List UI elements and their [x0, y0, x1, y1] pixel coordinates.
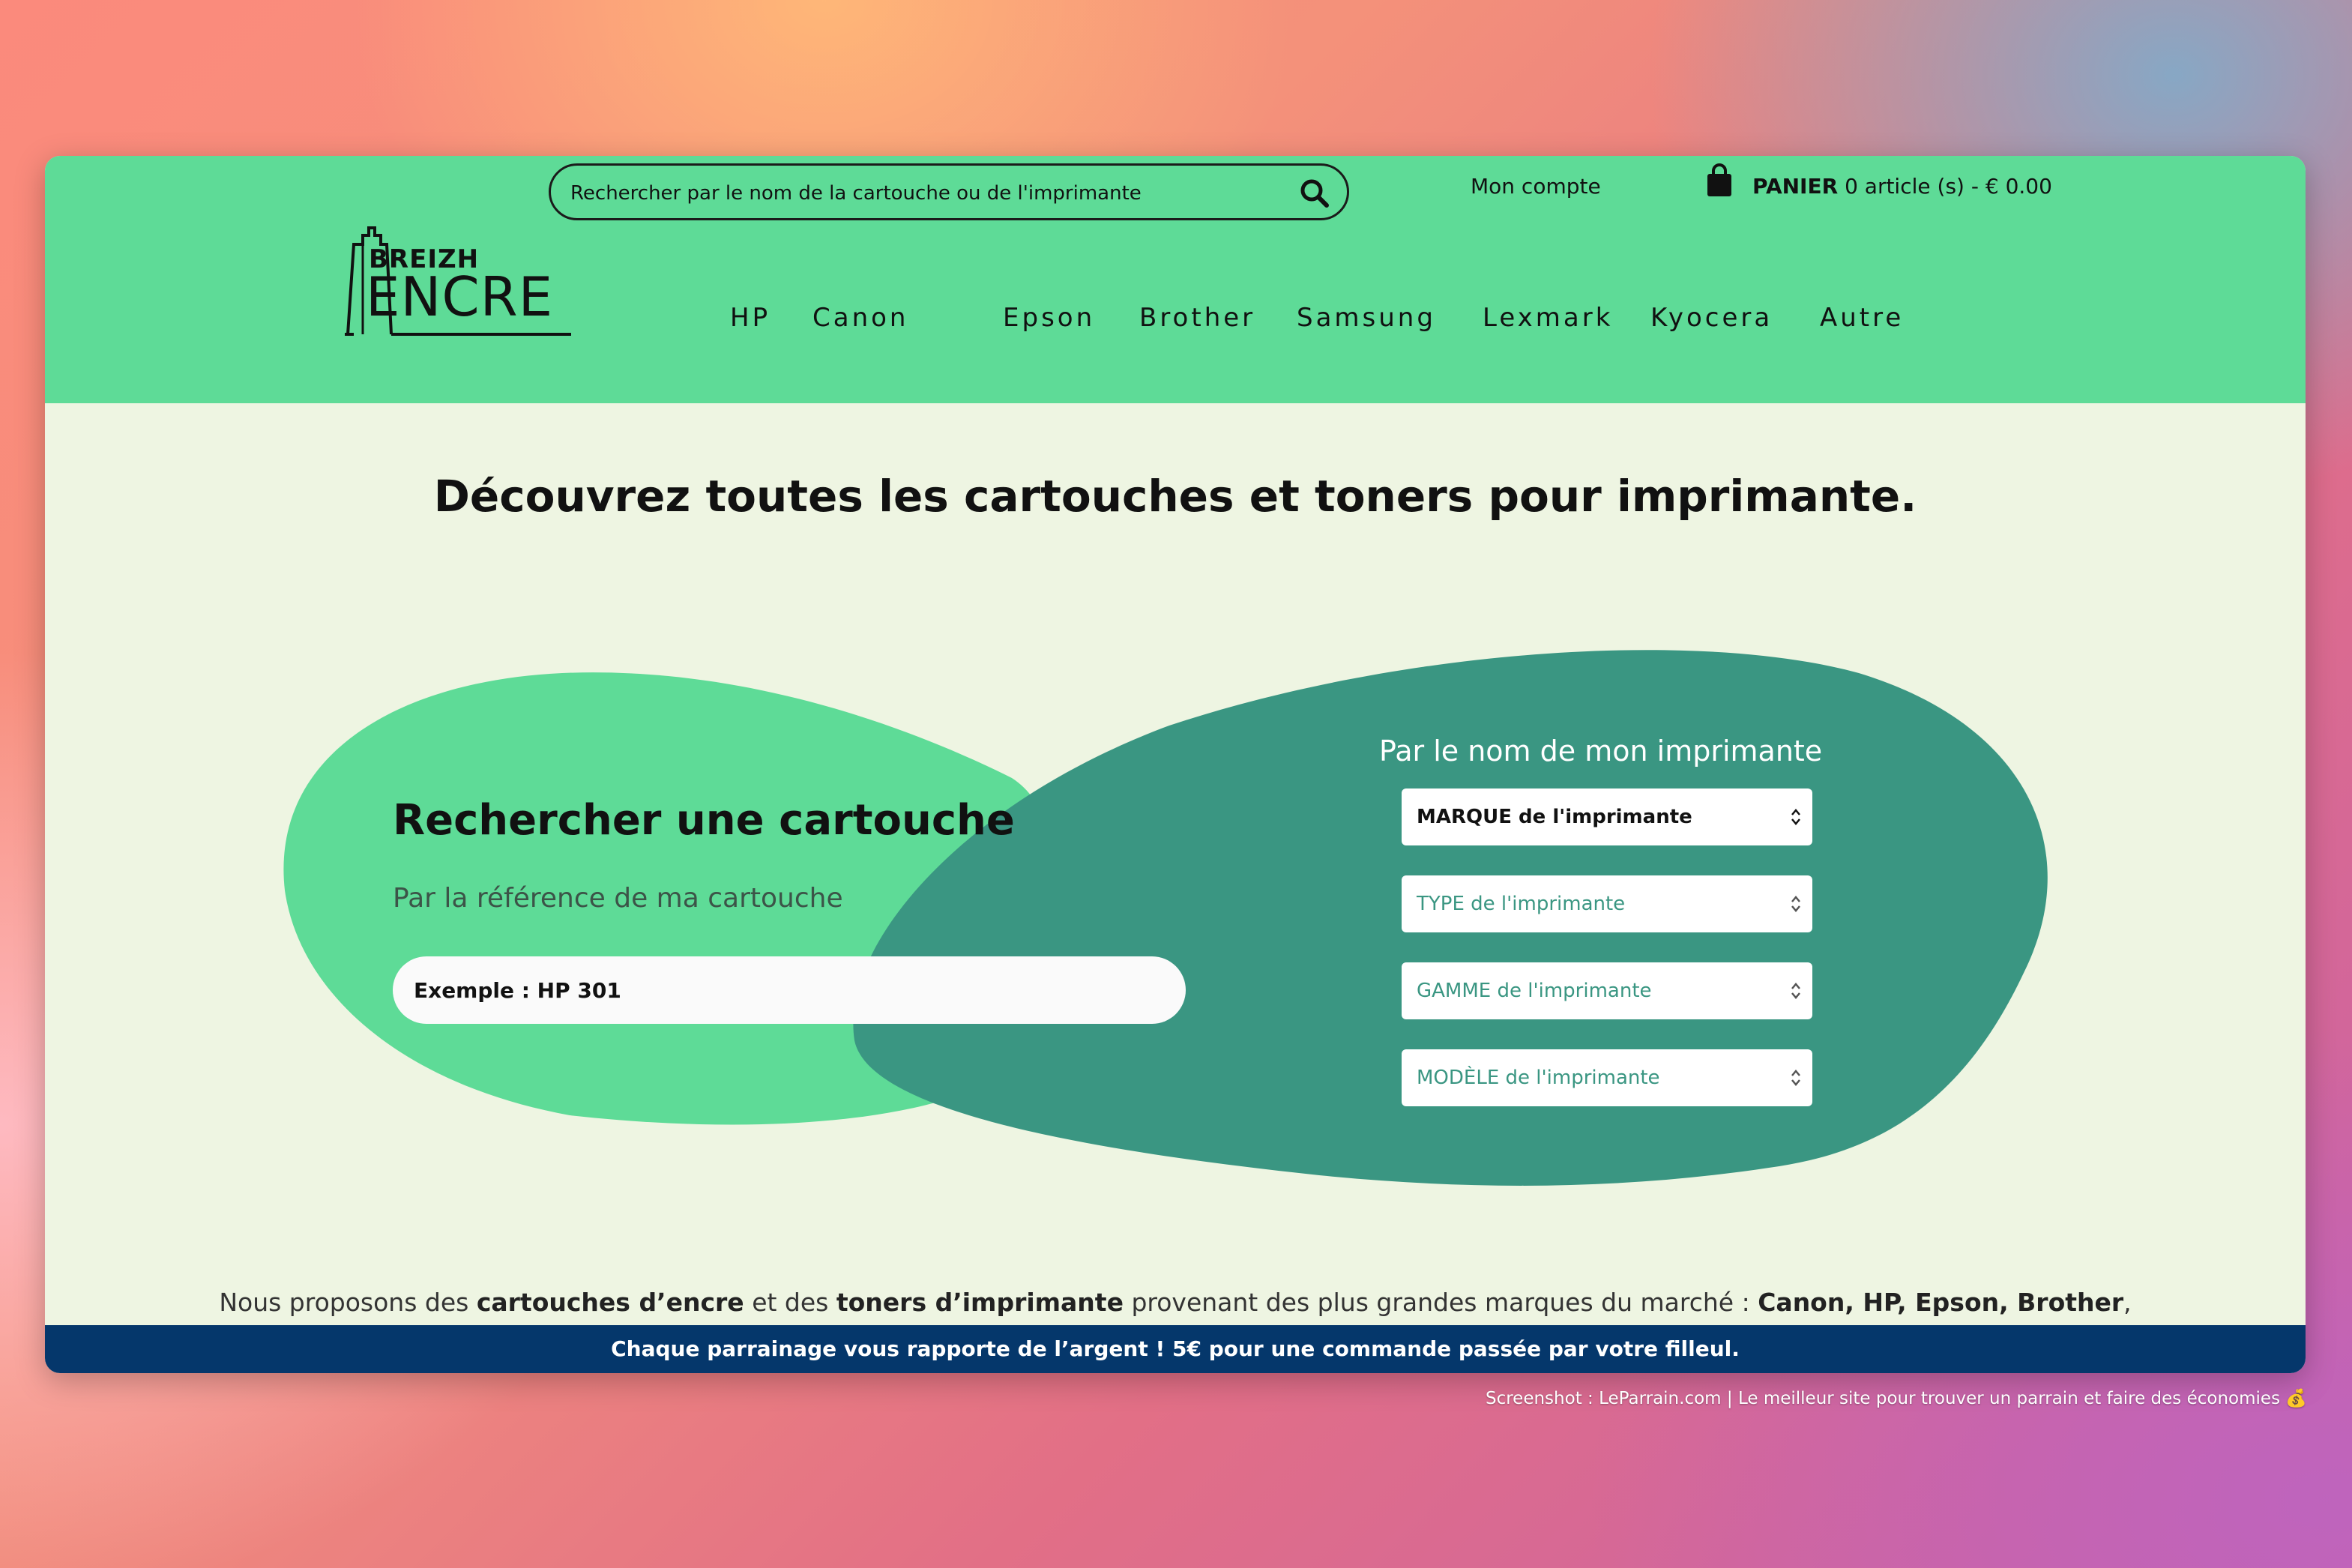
nav-item-autre[interactable]: Autre	[1820, 303, 1904, 333]
select-arrows-icon	[1791, 983, 1800, 999]
intro-text-1: Nous proposons des	[219, 1288, 477, 1317]
screenshot-credit: Screenshot : LeParrain.com | Le meilleur…	[1485, 1389, 2307, 1408]
printer-type-select-value: TYPE de l'imprimante	[1417, 893, 1626, 915]
nav-item-epson[interactable]: Epson	[1003, 303, 1095, 333]
select-arrows-icon	[1791, 896, 1800, 912]
nav-item-samsung[interactable]: Samsung	[1297, 303, 1436, 333]
select-arrows-icon	[1791, 1070, 1800, 1086]
reference-search-input[interactable]	[393, 956, 1186, 1024]
printer-model-select-value: MODÈLE de l'imprimante	[1417, 1067, 1660, 1089]
referral-banner: Chaque parrainage vous rapporte de l’arg…	[45, 1325, 2306, 1373]
cart-link[interactable]: PANIER 0 article (s) - € 0.00	[1752, 174, 2052, 199]
intro-bold-3: Canon, HP, Epson, Brother	[1758, 1288, 2124, 1317]
cart-summary: 0 article (s) - € 0.00	[1838, 174, 2052, 199]
printer-range-select[interactable]: GAMME de l'imprimante	[1402, 962, 1812, 1019]
intro-text-4: ,	[2123, 1288, 2132, 1317]
site-search-input[interactable]	[569, 175, 1276, 212]
browser-window: Mon compte PANIER 0 article (s) - € 0.00…	[45, 156, 2306, 1373]
nav-item-hp[interactable]: HP	[730, 303, 771, 333]
cartridge-search-title: Rechercher une cartouche	[393, 796, 1015, 845]
intro-text-3: provenant des plus grandes marques du ma…	[1123, 1288, 1758, 1317]
intro-text-2: et des	[744, 1288, 836, 1317]
nav-item-kyocera[interactable]: Kyocera	[1650, 303, 1773, 333]
nav-item-brother[interactable]: Brother	[1139, 303, 1255, 333]
intro-bold-1: cartouches d’encre	[476, 1288, 744, 1317]
printer-type-select[interactable]: TYPE de l'imprimante	[1402, 875, 1812, 932]
my-account-link[interactable]: Mon compte	[1471, 174, 1601, 199]
site-search-bar[interactable]	[549, 163, 1349, 220]
page-title: Découvrez toutes les cartouches et toner…	[433, 471, 1917, 522]
logo-text-encre: ENCRE	[366, 265, 554, 328]
shopping-bag-icon[interactable]	[1704, 163, 1734, 199]
select-arrows-icon	[1791, 809, 1800, 825]
cart-label: PANIER	[1752, 174, 1839, 199]
printer-range-select-value: GAMME de l'imprimante	[1417, 980, 1652, 1002]
printer-brand-select-value: MARQUE de l'imprimante	[1417, 806, 1692, 828]
nav-item-lexmark[interactable]: Lexmark	[1483, 303, 1613, 333]
intro-bold-2: toners d’imprimante	[836, 1288, 1124, 1317]
reference-search-label: Par la référence de ma cartouche	[393, 883, 843, 914]
printer-model-select[interactable]: MODÈLE de l'imprimante	[1402, 1049, 1812, 1106]
nav-item-canon[interactable]: Canon	[812, 303, 908, 333]
search-icon[interactable]	[1299, 178, 1330, 209]
intro-paragraph: Nous proposons des cartouches d’encre et…	[45, 1288, 2306, 1317]
site-header: Mon compte PANIER 0 article (s) - € 0.00…	[45, 156, 2306, 403]
printer-search-label: Par le nom de mon imprimante	[1379, 735, 1823, 768]
printer-brand-select[interactable]: MARQUE de l'imprimante	[1402, 788, 1812, 845]
